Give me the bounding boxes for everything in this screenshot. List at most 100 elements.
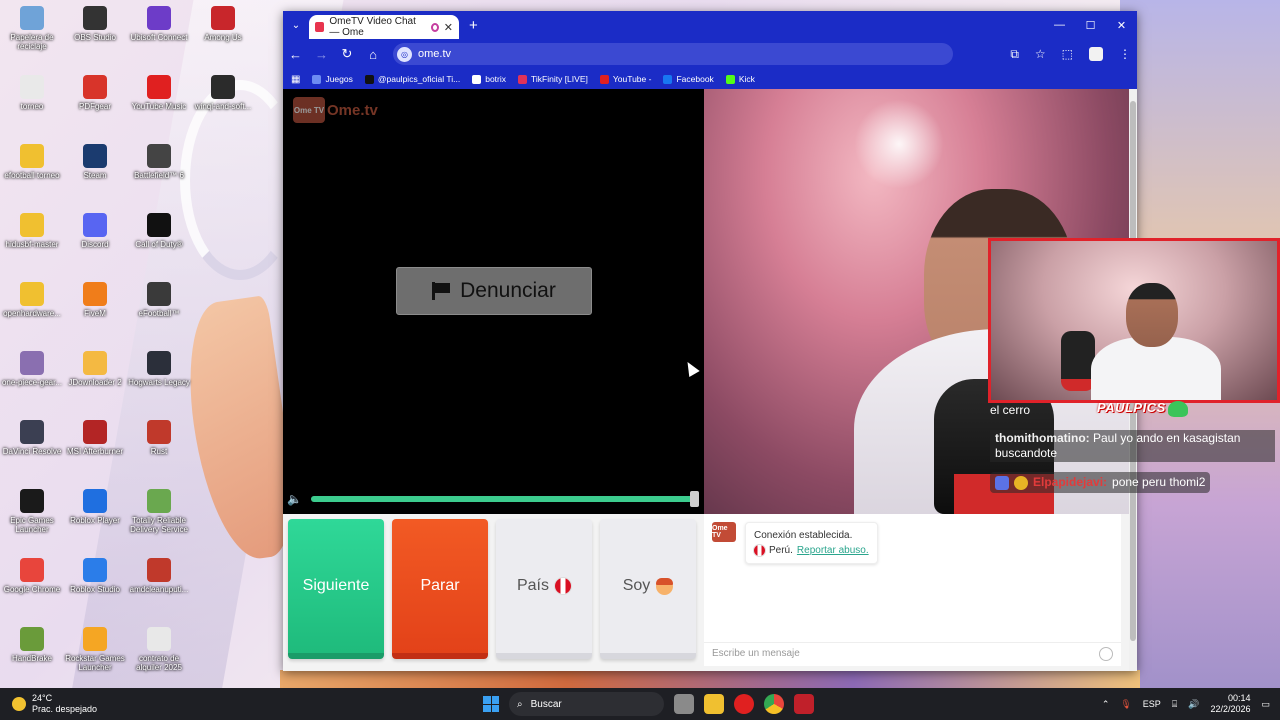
clock[interactable]: 00:14 22/2/2026 <box>1210 693 1250 715</box>
profile-avatar[interactable] <box>1089 47 1103 61</box>
bookmarks-bar: ▦ Juegos @paulpics_oficial Ti... botrix Tik… <box>283 69 1137 89</box>
app-icon <box>20 75 44 99</box>
desktop-icon[interactable]: Totally Reliable Delivery Service <box>127 489 191 534</box>
app-icon <box>83 351 107 375</box>
desktop-icon[interactable]: Roblox Studio <box>63 558 127 594</box>
desktop-icon[interactable]: contrato de alquiler 2025 <box>127 627 191 672</box>
desktop-icon[interactable]: MSI Afterburner <box>63 420 127 456</box>
app-icon <box>83 144 107 168</box>
cast-icon[interactable]: ⧉ <box>1010 47 1019 62</box>
desktop-icon[interactable]: Call of Duty® <box>127 213 191 249</box>
youtube-music-icon[interactable] <box>734 694 754 714</box>
bookmark-item[interactable]: Facebook <box>663 74 714 84</box>
plus-icon[interactable]: + <box>469 17 478 34</box>
apps-grid-icon[interactable]: ▦ <box>291 74 300 85</box>
bookmark-item[interactable]: Kick <box>725 74 755 84</box>
bookmark-item[interactable]: Juegos <box>312 74 353 84</box>
desktop-icon[interactable]: Hogwarts Legacy <box>127 351 191 387</box>
extensions-icon[interactable]: ⬚ <box>1062 47 1073 61</box>
gender-button[interactable]: Soy <box>600 519 696 659</box>
app-icon <box>20 420 44 444</box>
bookmark-label: Juegos <box>325 74 353 84</box>
home-icon[interactable]: ⌂ <box>367 47 379 62</box>
chat-panel: Ome TV Conexión establecida. Perú. Repor… <box>704 514 1121 666</box>
report-button-label: Denunciar <box>460 279 556 302</box>
menu-icon[interactable]: ⋮ <box>1119 47 1131 61</box>
close-window-icon[interactable]: ✕ <box>1106 11 1137 39</box>
bookmark-item[interactable]: YouTube - <box>599 74 651 84</box>
desktop-icon[interactable]: Discord <box>63 213 127 249</box>
task-view-icon[interactable] <box>674 694 694 714</box>
stop-button[interactable]: Parar <box>392 519 488 659</box>
microphone-icon[interactable]: 🎙 <box>1120 699 1131 710</box>
chevron-up-icon[interactable]: ⌃ <box>1102 699 1110 710</box>
desktop-icon[interactable]: winql-and-soft... <box>191 75 255 111</box>
start-icon[interactable] <box>483 696 499 712</box>
desktop-icon[interactable]: hidusbf-master <box>0 213 64 249</box>
volume-slider[interactable] <box>311 491 700 507</box>
bookmark-star-icon[interactable]: ☆ <box>1035 47 1046 61</box>
desktop-icon[interactable]: one-piece-gear... <box>0 351 64 387</box>
volume-knob[interactable] <box>690 491 700 507</box>
voice-app-icon[interactable] <box>794 694 814 714</box>
tab-ometv[interactable]: OmeTV Video Chat — Ome ✕ <box>309 15 459 39</box>
self-video: Ome TV Ome.tv Denunciar 🔈 <box>283 89 704 514</box>
forward-icon[interactable]: → <box>315 47 328 62</box>
desktop-icon[interactable]: FiveM <box>63 282 127 318</box>
desktop-icon[interactable]: Rockstar Games Launcher <box>63 627 127 672</box>
maximize-icon[interactable]: ☐ <box>1075 11 1106 39</box>
desktop-icon[interactable]: Among Us <box>191 6 255 42</box>
language-indicator[interactable]: ESP <box>1143 699 1161 709</box>
next-button[interactable]: Siguiente <box>288 519 384 659</box>
close-tab-icon[interactable]: ✕ <box>444 21 453 34</box>
weather-widget[interactable]: 24°C Prac. despejado <box>0 693 220 715</box>
minimize-icon[interactable]: — <box>1044 11 1075 39</box>
desktop-icon[interactable]: YouTube Music <box>127 75 191 111</box>
desktop-icon[interactable]: Ubisoft Connect <box>127 6 191 42</box>
network-icon[interactable]: ⌸ <box>1172 699 1177 710</box>
desktop-icon[interactable]: amdcleanuputi... <box>127 558 191 594</box>
address-bar[interactable]: ◎ ome.tv <box>393 43 953 65</box>
file-explorer-icon[interactable] <box>704 694 724 714</box>
stream-chat-message: thomithomatino: Paul yo ando en kasagist… <box>990 430 1275 462</box>
desktop-icon[interactable]: eFootball™ <box>127 282 191 318</box>
desktop-icon[interactable]: torneo <box>0 75 64 111</box>
tab-search-icon[interactable]: ⌄ <box>283 20 309 31</box>
bookmark-item[interactable]: botrix <box>472 74 506 84</box>
back-icon[interactable]: ← <box>289 47 302 62</box>
desktop-icon[interactable]: Epic Games Launcher <box>0 489 64 534</box>
desktop-icon[interactable]: DaVinci Resolve <box>0 420 64 456</box>
report-abuse-link[interactable]: Reportar abuso. <box>797 543 869 558</box>
desktop-icon[interactable]: Steam <box>63 144 127 180</box>
reload-icon[interactable]: ↻ <box>341 46 353 62</box>
desktop-icon-label: Among Us <box>204 33 242 42</box>
desktop-icon[interactable]: openhardware... <box>0 282 64 318</box>
gender-button-label: Soy <box>622 577 651 594</box>
desktop-icon[interactable]: JDownloader 2 <box>63 351 127 387</box>
desktop-icon[interactable]: OBS Studio <box>63 6 127 42</box>
message-input[interactable]: Escribe un mensaje <box>704 642 1121 664</box>
notifications-icon[interactable]: ▭ <box>1261 699 1270 710</box>
app-icon <box>83 282 107 306</box>
desktop-icon-label: Battlefield™ 6 <box>134 171 184 180</box>
bookmark-label: botrix <box>485 74 507 84</box>
country-button[interactable]: País <box>496 519 592 659</box>
emoji-icon[interactable] <box>1099 646 1113 661</box>
chrome-icon[interactable] <box>764 694 784 714</box>
desktop-icon[interactable]: Google Chrome <box>0 558 64 594</box>
site-info-icon[interactable]: ◎ <box>397 46 412 62</box>
volume-icon[interactable]: 🔊 <box>1188 699 1199 710</box>
desktop-icon[interactable]: Battlefield™ 6 <box>127 144 191 180</box>
taskbar-search[interactable]: ⌕ Buscar <box>509 692 664 716</box>
desktop-icon[interactable]: PDFgear <box>63 75 127 111</box>
desktop-icon[interactable]: efootball torneo <box>0 144 64 180</box>
next-button-label: Siguiente <box>302 577 370 594</box>
desktop-icon[interactable]: Roblox Player <box>63 489 127 525</box>
bookmark-item[interactable]: TikFinity [LIVE] <box>518 74 588 84</box>
desktop-icon[interactable]: Rust <box>127 420 191 456</box>
bookmark-item[interactable]: @paulpics_oficial Ti... <box>364 74 460 84</box>
report-button[interactable]: Denunciar <box>396 267 592 315</box>
speaker-icon[interactable]: 🔈 <box>287 492 303 506</box>
desktop-icon[interactable]: Papelera de reciclaje <box>0 6 64 51</box>
desktop-icon[interactable]: HandBrake <box>0 627 64 663</box>
